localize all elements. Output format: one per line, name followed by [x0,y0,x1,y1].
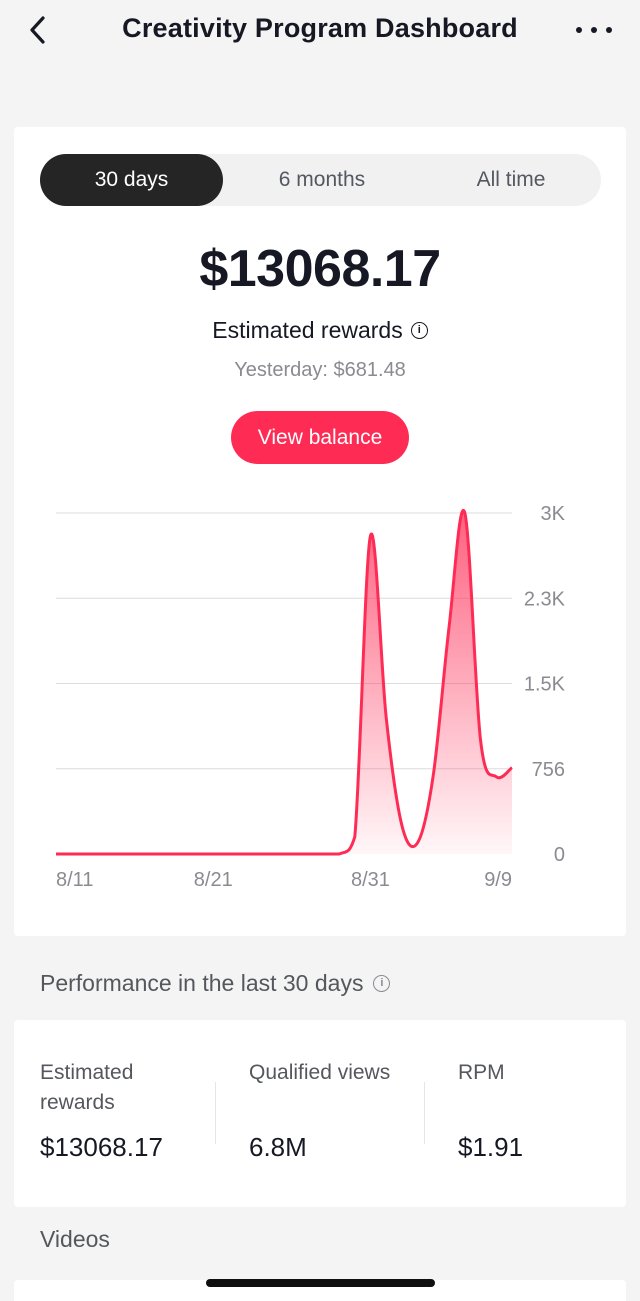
y-tick-label: 2.3K [524,588,566,610]
x-tick-label: 9/9 [484,869,512,891]
stat-value: $13068.17 [40,1132,163,1162]
stat-qualified-views: Qualified views 6.8M [249,1058,399,1162]
stat-value: $1.91 [458,1132,524,1162]
x-tick-label: 8/11 [56,869,93,891]
stat-rpm: RPM $1.91 [458,1058,608,1162]
x-tick-label: 8/31 [351,869,390,891]
performance-section-title: Performance in the last 30 days i [40,970,391,997]
stat-label: RPM [458,1061,505,1084]
performance-card: Estimated rewards $13068.17 Qualified vi… [14,1020,626,1207]
y-tick-label: 3K [541,503,566,525]
y-tick-label: 1.5K [524,674,566,696]
more-dot [606,27,612,33]
header: Creativity Program Dashboard [0,0,640,60]
info-icon[interactable]: i [373,975,391,992]
stat-value: 6.8M [249,1132,307,1162]
performance-title-text: Performance in the last 30 days [40,970,364,996]
stat-label: Qualified views [249,1061,391,1084]
page-title: Creativity Program Dashboard [122,13,518,43]
divider [424,1082,425,1144]
y-tick-label: 0 [554,844,565,866]
videos-section-title: Videos [40,1226,110,1252]
home-indicator[interactable] [206,1279,435,1287]
more-dot [591,27,597,33]
x-tick-label: 8/21 [194,869,233,891]
rewards-card: 30 days 6 months All time $13068.17 Esti… [14,127,626,936]
stat-estimated-rewards: Estimated rewards $13068.17 [40,1058,190,1162]
rewards-chart: 0 756 1.5K 2.3K 3K 8/11 8/21 8/31 9/9 [55,503,566,891]
y-tick-label: 756 [532,759,565,781]
divider [215,1082,216,1144]
stat-label: Estimated rewards [40,1061,134,1114]
more-options-button[interactable] [576,18,612,42]
more-horizontal-icon [576,27,582,33]
